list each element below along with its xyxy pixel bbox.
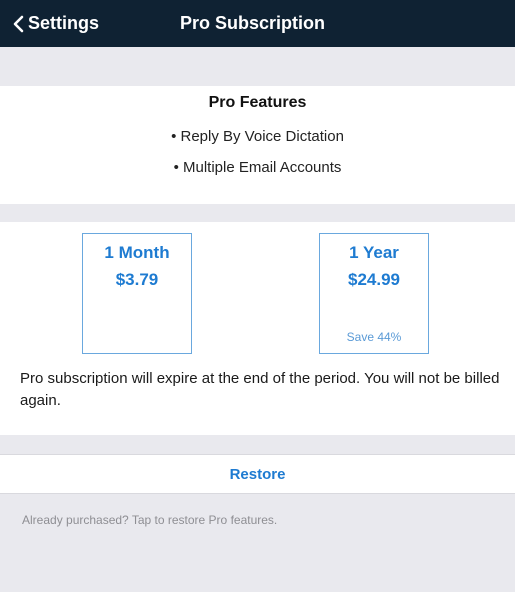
section-spacer <box>0 204 515 222</box>
section-spacer <box>0 47 515 86</box>
plan-savings-label: Save 44% <box>346 330 402 344</box>
feature-item: • Reply By Voice Dictation <box>171 128 344 145</box>
plan-price: $24.99 <box>348 270 400 289</box>
plan-monthly-button[interactable]: 1 Month $3.79 <box>82 233 192 354</box>
pro-features-title: Pro Features <box>208 94 307 111</box>
section-spacer <box>0 435 515 454</box>
pro-features-card: Pro Features • Reply By Voice Dictation … <box>0 86 515 204</box>
page-title: Pro Subscription <box>180 13 326 33</box>
back-button-label: Settings <box>28 13 100 33</box>
back-button[interactable]: Settings <box>12 0 99 47</box>
restore-card: Restore <box>0 454 515 494</box>
plan-term: 1 Year <box>349 243 399 262</box>
plan-price: $3.79 <box>115 270 159 289</box>
plan-term: 1 Month <box>104 243 170 262</box>
feature-item: • Multiple Email Accounts <box>173 159 342 176</box>
navigation-bar: Settings Pro Subscription <box>0 0 515 47</box>
restore-button[interactable]: Restore <box>0 455 515 493</box>
subscription-note: Pro subscription will expire at the end … <box>20 370 500 409</box>
chevron-left-icon <box>12 15 24 33</box>
plans-card: 1 Month $3.79 1 Year $24.99 Save 44% Pro… <box>0 222 515 435</box>
plan-yearly-button[interactable]: 1 Year $24.99 Save 44% <box>319 233 429 354</box>
restore-footer-text: Already purchased? Tap to restore Pro fe… <box>22 513 278 527</box>
